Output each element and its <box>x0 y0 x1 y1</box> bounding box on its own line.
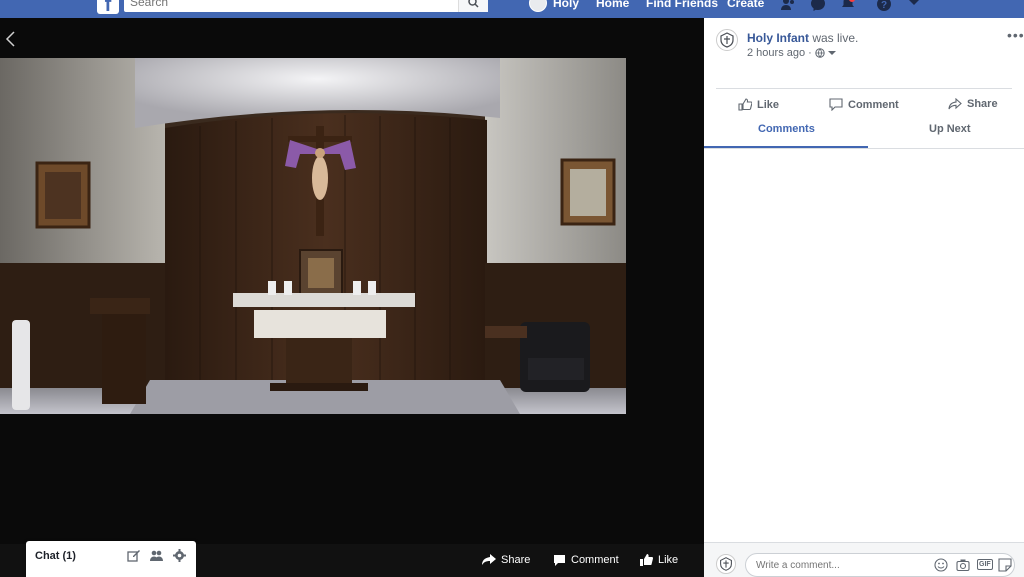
comment-button[interactable]: Comment <box>829 98 899 111</box>
svg-text:?: ? <box>881 0 887 11</box>
search-box[interactable] <box>124 0 488 12</box>
emoji-icon[interactable] <box>934 558 948 572</box>
video-like-button[interactable]: Like <box>640 554 678 566</box>
facebook-logo[interactable]: f <box>97 0 119 16</box>
chat-label: Chat (1) <box>35 550 76 562</box>
actions-divider <box>716 88 1012 89</box>
sticker-icon[interactable] <box>998 558 1012 572</box>
post-side-panel: Holy Infant was live. 2 hours ago · ••• … <box>704 18 1024 577</box>
nav-profile-link[interactable]: Holy <box>553 0 579 10</box>
more-options-icon[interactable]: ••• <box>1007 27 1024 43</box>
nav-create-link[interactable]: Create <box>727 0 764 10</box>
search-button[interactable] <box>458 0 488 12</box>
search-icon <box>468 0 479 8</box>
share-icon <box>482 554 496 565</box>
like-label: Like <box>757 98 780 111</box>
share-label: Share <box>967 98 998 110</box>
video-viewer: Share Comment Like <box>0 18 704 577</box>
comment-icon <box>554 555 565 566</box>
back-arrow-icon[interactable] <box>4 30 18 48</box>
commenter-avatar <box>716 554 736 574</box>
live-video-player[interactable] <box>0 58 626 414</box>
like-icon <box>738 98 752 111</box>
video-like-label: Like <box>658 554 679 566</box>
share-icon <box>948 98 962 110</box>
comment-input-wrapper[interactable]: GIF <box>745 553 1015 577</box>
nav-find-friends-link[interactable]: Find Friends <box>646 0 718 10</box>
chat-settings-icon[interactable] <box>173 549 186 562</box>
globe-icon <box>815 48 825 58</box>
notifications-icon[interactable] <box>840 0 856 12</box>
comment-label: Comment <box>848 98 899 111</box>
page-avatar[interactable] <box>716 29 738 51</box>
tab-up-next[interactable]: Up Next <box>929 123 971 135</box>
top-navigation-bar: f Holy Home Find Friends Create ? <box>0 0 1024 18</box>
create-group-icon[interactable] <box>150 549 163 562</box>
chat-tab[interactable]: Chat (1) <box>26 541 196 577</box>
tabs-divider <box>704 148 1024 149</box>
video-comment-label: Comment <box>571 554 619 566</box>
account-menu-icon[interactable] <box>906 0 922 10</box>
tab-comments[interactable]: Comments <box>758 123 815 135</box>
video-share-button[interactable]: Share <box>482 554 530 566</box>
like-icon <box>640 554 653 566</box>
video-frame <box>0 58 626 414</box>
post-timestamp[interactable]: 2 hours ago · <box>747 47 812 59</box>
parish-logo-icon <box>720 557 732 571</box>
comment-icon <box>829 98 843 111</box>
post-author-line: Holy Infant was live. <box>747 31 858 45</box>
share-button[interactable]: Share <box>948 98 998 110</box>
like-button[interactable]: Like <box>738 98 779 111</box>
new-message-icon[interactable] <box>127 549 140 562</box>
camera-icon[interactable] <box>956 558 970 572</box>
page-name-link[interactable]: Holy Infant <box>747 31 809 45</box>
parish-logo-icon <box>720 32 734 48</box>
video-share-label: Share <box>501 554 531 566</box>
video-comment-button[interactable]: Comment <box>553 554 619 566</box>
messenger-icon[interactable] <box>810 0 826 12</box>
search-input[interactable] <box>124 0 454 12</box>
audience-dropdown-icon[interactable] <box>827 50 836 56</box>
nav-home-link[interactable]: Home <box>596 0 629 10</box>
friend-requests-icon[interactable] <box>780 0 796 12</box>
post-meta: 2 hours ago · <box>747 47 836 59</box>
profile-avatar[interactable] <box>529 0 547 12</box>
comment-composer: GIF <box>704 542 1024 577</box>
help-icon[interactable]: ? <box>876 0 892 12</box>
live-status-text: was live. <box>812 31 859 45</box>
comment-input[interactable] <box>746 554 926 576</box>
gif-button[interactable]: GIF <box>977 559 993 570</box>
